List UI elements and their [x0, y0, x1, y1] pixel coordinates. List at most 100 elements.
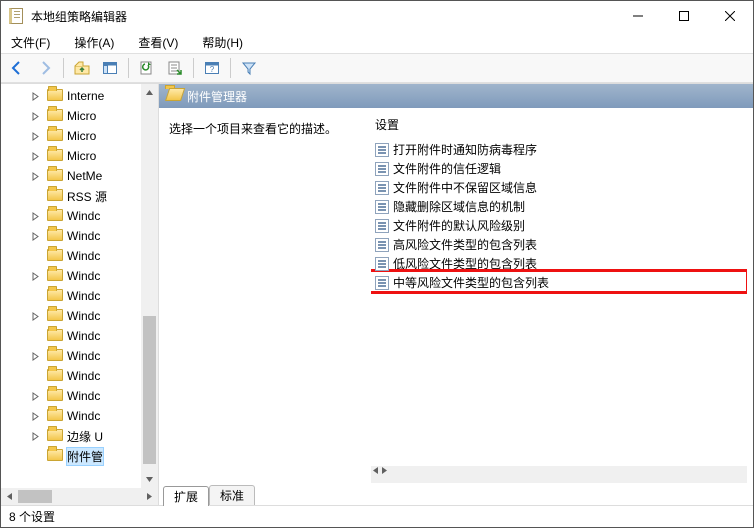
tree-item[interactable]: Micro: [7, 106, 158, 126]
settings-item-label: 文件附件中不保留区域信息: [393, 179, 537, 196]
maximize-button[interactable]: [661, 1, 707, 31]
expand-icon[interactable]: [29, 110, 41, 122]
scroll-up-button[interactable]: [141, 84, 158, 101]
settings-item[interactable]: 文件附件的默认风险级别: [373, 216, 745, 235]
folder-icon: [47, 449, 63, 464]
tree-item[interactable]: RSS 源: [7, 186, 158, 206]
policy-icon: [375, 276, 389, 290]
folder-icon: [47, 269, 63, 284]
expand-icon[interactable]: [29, 90, 41, 102]
tree-item-label: Windc: [67, 209, 100, 223]
tree-item[interactable]: 附件管: [7, 446, 158, 466]
scroll-track[interactable]: [141, 101, 158, 471]
settings-list[interactable]: 打开附件时通知防病毒程序文件附件的信任逻辑文件附件中不保留区域信息隐藏删除区域信…: [371, 136, 747, 466]
policy-icon: [375, 162, 389, 176]
tree-item[interactable]: Micro: [7, 126, 158, 146]
folder-icon: [47, 229, 63, 244]
forward-button[interactable]: [33, 56, 57, 80]
tree-item[interactable]: Windc: [7, 226, 158, 246]
expand-icon[interactable]: [29, 130, 41, 142]
tree-horizontal-scrollbar[interactable]: [1, 488, 158, 505]
tree-item[interactable]: Windc: [7, 306, 158, 326]
folder-icon: [47, 189, 63, 204]
tab-extended[interactable]: 扩展: [163, 486, 209, 506]
tree-item[interactable]: Interne: [7, 86, 158, 106]
tree-item[interactable]: Windc: [7, 286, 158, 306]
scroll-down-button[interactable]: [141, 471, 158, 488]
tree-item[interactable]: Windc: [7, 206, 158, 226]
pane-heading-text: 附件管理器: [187, 88, 247, 105]
expand-icon[interactable]: [29, 430, 41, 442]
settings-item[interactable]: 文件附件的信任逻辑: [373, 159, 745, 178]
expand-icon[interactable]: [29, 170, 41, 182]
tree-item[interactable]: Windc: [7, 326, 158, 346]
settings-item-label: 文件附件的信任逻辑: [393, 160, 501, 177]
description-column: 选择一个项目来查看它的描述。: [165, 114, 365, 483]
tree-item[interactable]: Windc: [7, 366, 158, 386]
app-icon: [9, 8, 25, 24]
menu-file[interactable]: 文件(F): [5, 32, 56, 53]
menu-view[interactable]: 查看(V): [132, 32, 184, 53]
tree-item[interactable]: Windc: [7, 406, 158, 426]
close-button[interactable]: [707, 1, 753, 31]
settings-item[interactable]: 文件附件中不保留区域信息: [373, 178, 745, 197]
policy-icon: [375, 143, 389, 157]
expand-icon[interactable]: [29, 410, 41, 422]
content-area: 选择一个项目来查看它的描述。 设置 打开附件时通知防病毒程序文件附件的信任逻辑文…: [159, 108, 753, 483]
tree[interactable]: InterneMicroMicroMicroNetMeRSS 源WindcWin…: [1, 84, 158, 468]
tree-item-label: 附件管: [67, 448, 103, 465]
policy-icon: [375, 219, 389, 233]
expand-icon[interactable]: [29, 390, 41, 402]
statusbar-text: 8 个设置: [9, 508, 55, 525]
menubar: 文件(F) 操作(A) 查看(V) 帮助(H): [1, 31, 753, 53]
tree-item[interactable]: NetMe: [7, 166, 158, 186]
expand-icon[interactable]: [29, 150, 41, 162]
settings-column-header[interactable]: 设置: [371, 114, 747, 136]
tree-item[interactable]: Windc: [7, 266, 158, 286]
expand-icon[interactable]: [29, 230, 41, 242]
expand-icon[interactable]: [29, 270, 41, 282]
scroll-left-button[interactable]: [371, 466, 380, 483]
tree-item[interactable]: Windc: [7, 246, 158, 266]
tab-extended-label: 扩展: [174, 488, 198, 505]
tree-item[interactable]: Micro: [7, 146, 158, 166]
menu-help[interactable]: 帮助(H): [196, 32, 249, 53]
tree-item-label: RSS 源: [67, 188, 107, 205]
settings-item[interactable]: 中等风险文件类型的包含列表: [373, 273, 745, 292]
tree-vertical-scrollbar[interactable]: [141, 84, 158, 488]
refresh-button[interactable]: [135, 56, 159, 80]
back-button[interactable]: [5, 56, 29, 80]
app-window: 本地组策略编辑器 文件(F) 操作(A) 查看(V) 帮助(H): [0, 0, 754, 528]
tree-item[interactable]: 边缘 U: [7, 426, 158, 446]
minimize-button[interactable]: [615, 1, 661, 31]
tree-item[interactable]: Windc: [7, 386, 158, 406]
scroll-left-button[interactable]: [1, 488, 18, 505]
scroll-track[interactable]: [18, 488, 141, 505]
scroll-thumb[interactable]: [18, 490, 52, 503]
tree-item-label: Windc: [67, 309, 100, 323]
menu-action[interactable]: 操作(A): [68, 32, 120, 53]
expand-icon[interactable]: [29, 210, 41, 222]
filter-button[interactable]: [237, 56, 261, 80]
settings-item[interactable]: 低风险文件类型的包含列表: [373, 254, 745, 273]
settings-horizontal-scrollbar[interactable]: [371, 466, 747, 483]
show-hide-tree-button[interactable]: [98, 56, 122, 80]
folder-icon: [47, 329, 63, 344]
policy-icon: [375, 181, 389, 195]
folder-icon: [47, 409, 63, 424]
description-prompt: 选择一个项目来查看它的描述。: [169, 120, 361, 137]
scroll-right-button[interactable]: [141, 488, 158, 505]
scroll-thumb[interactable]: [143, 316, 156, 464]
scroll-right-button[interactable]: [380, 466, 389, 483]
expand-icon[interactable]: [29, 310, 41, 322]
tree-item[interactable]: Windc: [7, 346, 158, 366]
tab-standard[interactable]: 标准: [209, 485, 255, 505]
settings-item[interactable]: 隐藏删除区域信息的机制: [373, 197, 745, 216]
settings-item[interactable]: 高风险文件类型的包含列表: [373, 235, 745, 254]
help-button[interactable]: ?: [200, 56, 224, 80]
expand-icon[interactable]: [29, 350, 41, 362]
export-list-button[interactable]: [163, 56, 187, 80]
pane-tabs: 扩展 标准: [159, 483, 753, 505]
up-button[interactable]: [70, 56, 94, 80]
settings-item[interactable]: 打开附件时通知防病毒程序: [373, 140, 745, 159]
